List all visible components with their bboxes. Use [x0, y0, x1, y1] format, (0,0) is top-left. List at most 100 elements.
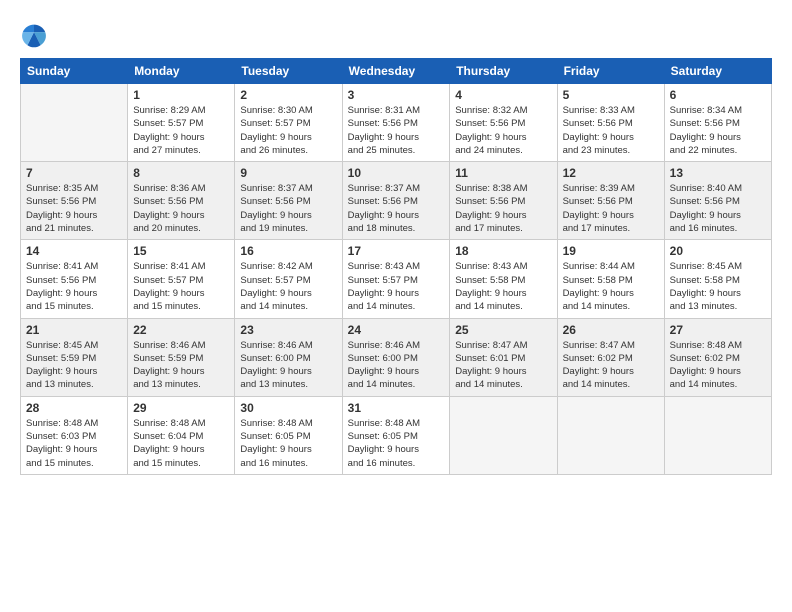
day-info: Sunrise: 8:47 AMSunset: 6:02 PMDaylight:… — [563, 339, 659, 392]
day-number: 1 — [133, 88, 229, 102]
calendar-week-row: 21 Sunrise: 8:45 AMSunset: 5:59 PMDayligh… — [21, 318, 772, 396]
day-number: 9 — [240, 166, 336, 180]
calendar-day-cell: 18 Sunrise: 8:43 AMSunset: 5:58 PMDayligh… — [450, 240, 557, 318]
calendar-week-row: 14 Sunrise: 8:41 AMSunset: 5:56 PMDayligh… — [21, 240, 772, 318]
calendar-day-cell: 9 Sunrise: 8:37 AMSunset: 5:56 PMDaylight… — [235, 162, 342, 240]
day-number: 19 — [563, 244, 659, 258]
day-number: 28 — [26, 401, 122, 415]
day-info: Sunrise: 8:46 AMSunset: 6:00 PMDaylight:… — [348, 339, 445, 392]
day-number: 29 — [133, 401, 229, 415]
day-info: Sunrise: 8:43 AMSunset: 5:57 PMDaylight:… — [348, 260, 445, 313]
calendar-header-sunday: Sunday — [21, 59, 128, 84]
day-info: Sunrise: 8:45 AMSunset: 5:59 PMDaylight:… — [26, 339, 122, 392]
calendar-week-row: 1 Sunrise: 8:29 AMSunset: 5:57 PMDaylight… — [21, 84, 772, 162]
day-number: 23 — [240, 323, 336, 337]
calendar-day-cell: 27 Sunrise: 8:48 AMSunset: 6:02 PMDayligh… — [664, 318, 771, 396]
logo-icon — [20, 20, 48, 48]
calendar-day-cell: 21 Sunrise: 8:45 AMSunset: 5:59 PMDayligh… — [21, 318, 128, 396]
calendar-day-cell: 22 Sunrise: 8:46 AMSunset: 5:59 PMDayligh… — [128, 318, 235, 396]
day-info: Sunrise: 8:45 AMSunset: 5:58 PMDaylight:… — [670, 260, 766, 313]
day-number: 11 — [455, 166, 551, 180]
day-number: 24 — [348, 323, 445, 337]
day-info: Sunrise: 8:35 AMSunset: 5:56 PMDaylight:… — [26, 182, 122, 235]
day-info: Sunrise: 8:37 AMSunset: 5:56 PMDaylight:… — [348, 182, 445, 235]
page: SundayMondayTuesdayWednesdayThursdayFrid… — [0, 0, 792, 612]
day-number: 18 — [455, 244, 551, 258]
day-number: 7 — [26, 166, 122, 180]
calendar-week-row: 28 Sunrise: 8:48 AMSunset: 6:03 PMDayligh… — [21, 396, 772, 474]
day-info: Sunrise: 8:43 AMSunset: 5:58 PMDaylight:… — [455, 260, 551, 313]
calendar-day-cell — [21, 84, 128, 162]
day-info: Sunrise: 8:48 AMSunset: 6:05 PMDaylight:… — [240, 417, 336, 470]
day-info: Sunrise: 8:42 AMSunset: 5:57 PMDaylight:… — [240, 260, 336, 313]
calendar-day-cell — [664, 396, 771, 474]
day-number: 30 — [240, 401, 336, 415]
calendar-day-cell: 5 Sunrise: 8:33 AMSunset: 5:56 PMDaylight… — [557, 84, 664, 162]
day-info: Sunrise: 8:46 AMSunset: 5:59 PMDaylight:… — [133, 339, 229, 392]
calendar-day-cell: 15 Sunrise: 8:41 AMSunset: 5:57 PMDayligh… — [128, 240, 235, 318]
day-number: 14 — [26, 244, 122, 258]
header — [20, 20, 772, 48]
day-number: 25 — [455, 323, 551, 337]
calendar-day-cell: 25 Sunrise: 8:47 AMSunset: 6:01 PMDayligh… — [450, 318, 557, 396]
calendar-header-thursday: Thursday — [450, 59, 557, 84]
day-info: Sunrise: 8:48 AMSunset: 6:04 PMDaylight:… — [133, 417, 229, 470]
day-number: 31 — [348, 401, 445, 415]
day-info: Sunrise: 8:48 AMSunset: 6:05 PMDaylight:… — [348, 417, 445, 470]
day-number: 8 — [133, 166, 229, 180]
calendar-day-cell: 29 Sunrise: 8:48 AMSunset: 6:04 PMDayligh… — [128, 396, 235, 474]
day-info: Sunrise: 8:31 AMSunset: 5:56 PMDaylight:… — [348, 104, 445, 157]
calendar-header-friday: Friday — [557, 59, 664, 84]
calendar-day-cell: 7 Sunrise: 8:35 AMSunset: 5:56 PMDaylight… — [21, 162, 128, 240]
day-info: Sunrise: 8:48 AMSunset: 6:02 PMDaylight:… — [670, 339, 766, 392]
calendar-day-cell: 23 Sunrise: 8:46 AMSunset: 6:00 PMDayligh… — [235, 318, 342, 396]
day-info: Sunrise: 8:33 AMSunset: 5:56 PMDaylight:… — [563, 104, 659, 157]
day-number: 12 — [563, 166, 659, 180]
calendar-day-cell: 19Sunrise: 8:44 AMSunset: 5:58 PMDayligh… — [557, 240, 664, 318]
day-info: Sunrise: 8:29 AMSunset: 5:57 PMDaylight:… — [133, 104, 229, 157]
day-info: Sunrise: 8:39 AMSunset: 5:56 PMDaylight:… — [563, 182, 659, 235]
calendar-day-cell: 13 Sunrise: 8:40 AMSunset: 5:56 PMDayligh… — [664, 162, 771, 240]
day-info: Sunrise: 8:46 AMSunset: 6:00 PMDaylight:… — [240, 339, 336, 392]
calendar-day-cell: 2Sunrise: 8:30 AMSunset: 5:57 PMDaylight… — [235, 84, 342, 162]
day-number: 3 — [348, 88, 445, 102]
day-info: Sunrise: 8:48 AMSunset: 6:03 PMDaylight:… — [26, 417, 122, 470]
day-info: Sunrise: 8:37 AMSunset: 5:56 PMDaylight:… — [240, 182, 336, 235]
day-info: Sunrise: 8:47 AMSunset: 6:01 PMDaylight:… — [455, 339, 551, 392]
day-number: 27 — [670, 323, 766, 337]
day-number: 22 — [133, 323, 229, 337]
calendar-day-cell: 17 Sunrise: 8:43 AMSunset: 5:57 PMDayligh… — [342, 240, 450, 318]
calendar-header-monday: Monday — [128, 59, 235, 84]
day-number: 5 — [563, 88, 659, 102]
calendar-day-cell — [450, 396, 557, 474]
calendar-day-cell: 8 Sunrise: 8:36 AMSunset: 5:56 PMDaylight… — [128, 162, 235, 240]
day-number: 6 — [670, 88, 766, 102]
calendar-day-cell: 3 Sunrise: 8:31 AMSunset: 5:56 PMDaylight… — [342, 84, 450, 162]
calendar-day-cell: 26Sunrise: 8:47 AMSunset: 6:02 PMDayligh… — [557, 318, 664, 396]
day-info: Sunrise: 8:41 AMSunset: 5:57 PMDaylight:… — [133, 260, 229, 313]
calendar-header-wednesday: Wednesday — [342, 59, 450, 84]
calendar-day-cell: 16Sunrise: 8:42 AMSunset: 5:57 PMDayligh… — [235, 240, 342, 318]
day-info: Sunrise: 8:36 AMSunset: 5:56 PMDaylight:… — [133, 182, 229, 235]
day-info: Sunrise: 8:32 AMSunset: 5:56 PMDaylight:… — [455, 104, 551, 157]
day-number: 15 — [133, 244, 229, 258]
day-info: Sunrise: 8:41 AMSunset: 5:56 PMDaylight:… — [26, 260, 122, 313]
day-info: Sunrise: 8:40 AMSunset: 5:56 PMDaylight:… — [670, 182, 766, 235]
calendar-day-cell: 28 Sunrise: 8:48 AMSunset: 6:03 PMDayligh… — [21, 396, 128, 474]
logo — [20, 20, 50, 48]
calendar-day-cell: 1 Sunrise: 8:29 AMSunset: 5:57 PMDaylight… — [128, 84, 235, 162]
calendar-day-cell: 6Sunrise: 8:34 AMSunset: 5:56 PMDaylight… — [664, 84, 771, 162]
calendar-header-tuesday: Tuesday — [235, 59, 342, 84]
day-info: Sunrise: 8:38 AMSunset: 5:56 PMDaylight:… — [455, 182, 551, 235]
day-number: 20 — [670, 244, 766, 258]
day-number: 21 — [26, 323, 122, 337]
day-number: 17 — [348, 244, 445, 258]
calendar-day-cell: 20 Sunrise: 8:45 AMSunset: 5:58 PMDayligh… — [664, 240, 771, 318]
calendar-header-row: SundayMondayTuesdayWednesdayThursdayFrid… — [21, 59, 772, 84]
day-number: 13 — [670, 166, 766, 180]
calendar-week-row: 7 Sunrise: 8:35 AMSunset: 5:56 PMDaylight… — [21, 162, 772, 240]
calendar: SundayMondayTuesdayWednesdayThursdayFrid… — [20, 58, 772, 475]
calendar-day-cell: 24 Sunrise: 8:46 AMSunset: 6:00 PMDayligh… — [342, 318, 450, 396]
day-info: Sunrise: 8:30 AMSunset: 5:57 PMDaylight:… — [240, 104, 336, 157]
calendar-day-cell: 14 Sunrise: 8:41 AMSunset: 5:56 PMDayligh… — [21, 240, 128, 318]
